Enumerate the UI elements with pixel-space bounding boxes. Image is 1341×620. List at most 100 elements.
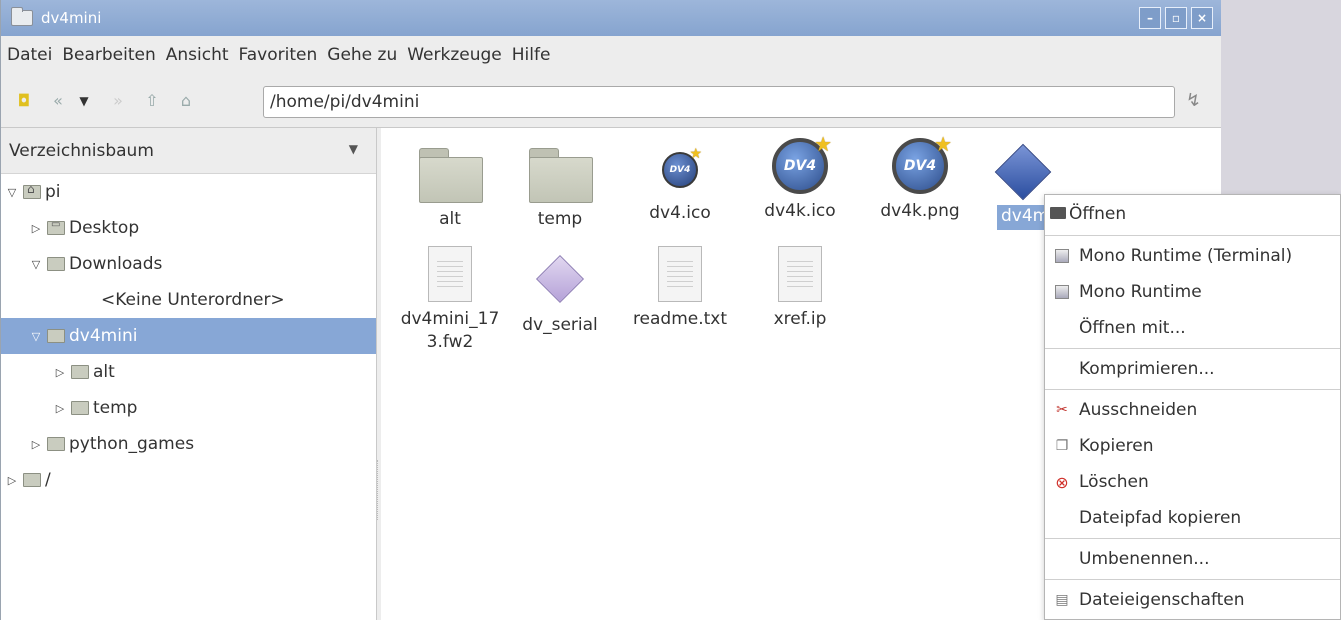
tree-item-alt[interactable]: ▷ alt (1, 354, 376, 390)
menu-separator (1045, 389, 1340, 390)
file-item-dv4k-png[interactable]: DV4 ★ dv4k.png (865, 132, 975, 223)
menu-item-label: Komprimieren... (1079, 359, 1215, 379)
menu-item-label: Dateipfad kopieren (1079, 508, 1242, 528)
sidebar-header[interactable]: Verzeichnisbaum ▼ (1, 128, 376, 174)
tree-item-label: temp (93, 398, 138, 418)
desktop-folder-icon (47, 219, 65, 235)
file-item-dv4k-ico[interactable]: DV4 ★ dv4k.ico (745, 132, 855, 223)
document-icon (778, 246, 822, 302)
tree-item-no-subfolders: <Keine Unterordner> (1, 282, 376, 318)
menu-item-delete[interactable]: ⊗ Löschen (1045, 464, 1340, 500)
file-item-xref-ip[interactable]: xref.ip (745, 246, 855, 331)
file-label: dv4mini_17 3.fw2 (395, 308, 505, 354)
history-dropdown-icon[interactable]: ▼ (73, 90, 95, 112)
file-item-dv4mini-173-fw2[interactable]: dv4mini_17 3.fw2 (395, 246, 505, 354)
tree-item-temp[interactable]: ▷ temp (1, 390, 376, 426)
menu-ansicht[interactable]: Ansicht (166, 45, 229, 65)
home-icon[interactable]: ⌂ (175, 90, 197, 112)
menu-item-open-with[interactable]: Öffnen mit... (1045, 310, 1340, 346)
menu-item-cut[interactable]: ✂ Ausschneiden (1045, 392, 1340, 428)
menu-item-label: Löschen (1079, 472, 1149, 492)
menu-separator (1045, 579, 1340, 580)
tree-item-label: dv4mini (69, 326, 138, 346)
file-label-line2: 3.fw2 (426, 332, 474, 352)
tree-item-label: alt (93, 362, 115, 382)
menu-item-mono-runtime-terminal[interactable]: Mono Runtime (Terminal) (1045, 238, 1340, 274)
menu-item-label: Umbenennen... (1079, 549, 1210, 569)
file-item-dv4-ico[interactable]: DV4 ★ dv4.ico (625, 138, 735, 225)
tree-item-label: <Keine Unterordner> (101, 290, 285, 310)
menu-item-label: Ausschneiden (1079, 400, 1198, 420)
folder-icon (23, 473, 41, 487)
maximize-button[interactable]: ▫ (1165, 7, 1187, 29)
file-item-readme-txt[interactable]: readme.txt (625, 246, 735, 331)
context-menu: Öffnen Mono Runtime (Terminal) Mono Runt… (1044, 194, 1341, 620)
menu-gehe-zu[interactable]: Gehe zu (327, 45, 397, 65)
menu-separator (1045, 348, 1340, 349)
menu-item-properties[interactable]: ▤ Dateieigenschaften (1045, 582, 1340, 618)
menu-item-label: Mono Runtime (Terminal) (1079, 246, 1293, 266)
folder-icon (47, 437, 65, 451)
folder-open-icon (1049, 204, 1067, 222)
menu-hilfe[interactable]: Hilfe (512, 45, 551, 65)
address-bar[interactable]: /home/pi/dv4mini (263, 86, 1175, 118)
expand-arrow-icon[interactable]: ▽ (29, 330, 43, 343)
file-item-alt[interactable]: alt (395, 138, 505, 231)
minimize-button[interactable]: – (1139, 7, 1161, 29)
properties-icon: ▤ (1055, 592, 1069, 608)
tree-item-label: Downloads (69, 254, 163, 274)
diamond-light-icon (535, 254, 585, 304)
expand-arrow-icon[interactable]: ▽ (5, 186, 19, 199)
file-label: temp (537, 209, 583, 229)
collapse-arrow-icon[interactable]: ▷ (53, 402, 67, 415)
chevron-down-icon[interactable]: ▼ (349, 142, 358, 156)
file-label: dv_serial (522, 315, 598, 335)
menu-item-copy-path[interactable]: Dateipfad kopieren (1045, 500, 1340, 536)
folder-icon (71, 401, 89, 415)
collapse-arrow-icon[interactable]: ▷ (29, 438, 43, 451)
up-icon[interactable]: ⇧ (141, 90, 163, 112)
dv4-icon: DV4 ★ (662, 146, 702, 188)
folder-icon (71, 365, 89, 379)
expand-arrow-icon[interactable]: ▽ (29, 258, 43, 271)
directory-tree-pane: Verzeichnisbaum ▼ ▽ pi ▷ Desktop ▽ Downl… (1, 128, 377, 620)
tree-item-downloads[interactable]: ▽ Downloads (1, 246, 376, 282)
back-icon[interactable]: « (47, 90, 69, 112)
file-item-temp[interactable]: temp (505, 138, 615, 231)
tree-item-label: Desktop (69, 218, 140, 238)
menu-favoriten[interactable]: Favoriten (239, 45, 318, 65)
collapse-arrow-icon[interactable]: ▷ (53, 366, 67, 379)
menu-item-copy[interactable]: ❐ Kopieren (1045, 428, 1340, 464)
menu-item-mono-runtime[interactable]: Mono Runtime (1045, 274, 1340, 310)
file-item-dv4mini-selected[interactable] (994, 138, 1052, 201)
file-item-dv-serial[interactable]: dv_serial (505, 246, 615, 337)
tree-item-root[interactable]: ▷ / (1, 462, 376, 498)
title-bar[interactable]: dv4mini – ▫ × (1, 0, 1221, 36)
menu-bearbeiten[interactable]: Bearbeiten (62, 45, 155, 65)
tree-item-pi[interactable]: ▽ pi (1, 174, 376, 210)
delete-icon: ⊗ (1055, 472, 1069, 492)
copy-icon: ❐ (1055, 438, 1069, 454)
collapse-arrow-icon[interactable]: ▷ (5, 474, 19, 487)
menu-item-label: Dateieigenschaften (1079, 590, 1245, 610)
close-button[interactable]: × (1191, 7, 1213, 29)
file-label: xref.ip (773, 309, 827, 329)
tree-item-label: / (45, 470, 51, 490)
menu-werkzeuge[interactable]: Werkzeuge (407, 45, 502, 65)
file-label: dv4.ico (649, 203, 711, 223)
folder-icon (47, 257, 65, 271)
menu-datei[interactable]: Datei (7, 45, 52, 65)
new-tab-icon[interactable]: ◘ (13, 90, 35, 112)
menu-item-rename[interactable]: Umbenennen... (1045, 541, 1340, 577)
menu-item-label: Öffnen (1069, 204, 1127, 224)
collapse-arrow-icon[interactable]: ▷ (29, 222, 43, 235)
tree-item-desktop[interactable]: ▷ Desktop (1, 210, 376, 246)
menu-bar: Datei Bearbeiten Ansicht Favoriten Gehe … (1, 36, 1221, 74)
tree-item-dv4mini[interactable]: ▽ dv4mini (1, 318, 376, 354)
tree-item-python-games[interactable]: ▷ python_games (1, 426, 376, 462)
menu-item-compress[interactable]: Komprimieren... (1045, 351, 1340, 387)
forward-icon[interactable]: » (107, 90, 129, 112)
go-icon[interactable]: ↯ (1186, 90, 1201, 111)
menu-item-open[interactable]: Öffnen (1045, 195, 1340, 233)
mono-icon (1053, 247, 1071, 265)
